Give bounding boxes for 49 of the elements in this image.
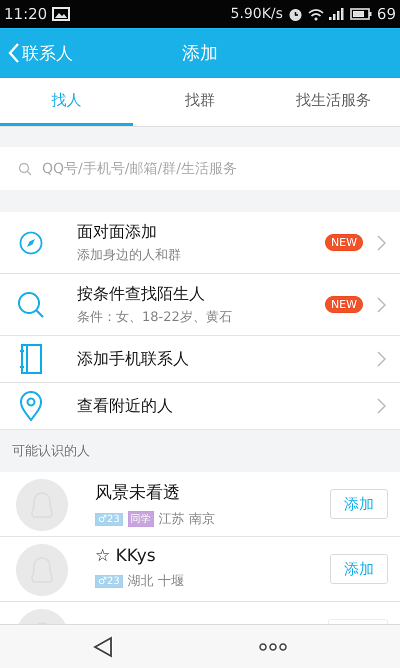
person-item[interactable]: 风景未看透 ♂23 同学 江苏 南京 添加 (0, 472, 400, 537)
signal-icon (328, 8, 345, 20)
back-triangle-icon[interactable] (93, 636, 113, 658)
tag: ♂23 (95, 574, 123, 588)
network-speed: 5.90K/s (230, 6, 283, 22)
page-title: 添加 (182, 42, 218, 65)
menu-item[interactable]: 面对面添加 添加身边的人和群 NEW (0, 212, 400, 274)
chevron-right-icon (377, 351, 386, 367)
search-field[interactable]: QQ号/手机号/邮箱/群/生活服务 (40, 160, 382, 178)
tag: 同学 (128, 511, 154, 527)
search-icon (17, 290, 45, 318)
location-pin-icon (17, 391, 45, 421)
menu-item-title: 查看附近的人 (77, 396, 174, 416)
person-name: 风景未看透 (95, 482, 181, 504)
wifi-icon (308, 8, 324, 20)
search-icon (18, 162, 32, 176)
address-book-icon (17, 344, 45, 374)
person-location: 江苏 南京 (158, 511, 215, 528)
person-location: 湖北 十堰 (128, 573, 184, 590)
chevron-right-icon (377, 296, 386, 312)
person-item[interactable]: ☆ KKys ♂23 湖北 十堰 添加 (0, 537, 400, 602)
chevron-right-icon (377, 398, 386, 414)
person-name: ☆ KKys (95, 546, 157, 566)
section-title: 可能认识的人 (12, 443, 90, 460)
battery-level: 69 (376, 5, 396, 23)
search-bar[interactable]: QQ号/手机号/邮箱/群/生活服务 (0, 147, 400, 190)
chevron-left-icon (8, 42, 20, 64)
menu-item-title: 按条件查找陌生人 (77, 284, 206, 304)
more-icon[interactable] (259, 642, 287, 650)
menu-item[interactable]: 按条件查找陌生人 条件：女、18-22岁、黄石 NEW (0, 274, 400, 336)
menu-item-title: 添加手机联系人 (77, 348, 190, 370)
chevron-right-icon (377, 234, 386, 250)
avatar-icon (16, 479, 68, 531)
tab[interactable]: 找群 (133, 78, 267, 126)
new-badge: NEW (324, 296, 363, 313)
battery-icon (350, 8, 372, 20)
compass-icon (17, 230, 45, 254)
new-badge: NEW (324, 234, 363, 251)
menu-item-title: 面对面添加 (77, 222, 158, 242)
menu-item[interactable]: 查看附近的人 (0, 383, 400, 430)
menu-item[interactable]: 添加手机联系人 (0, 336, 400, 383)
image-icon (52, 7, 70, 21)
menu-item-subtitle: 条件：女、18-22岁、黄石 (77, 308, 233, 326)
tab[interactable]: 找生活服务 (266, 78, 400, 126)
alarm-icon (288, 6, 303, 22)
tag: ♂23 (95, 512, 123, 526)
avatar-icon (16, 544, 68, 596)
clock-time: 11:20 (4, 5, 48, 23)
menu-item-subtitle: 添加身边的人和群 (77, 246, 182, 264)
